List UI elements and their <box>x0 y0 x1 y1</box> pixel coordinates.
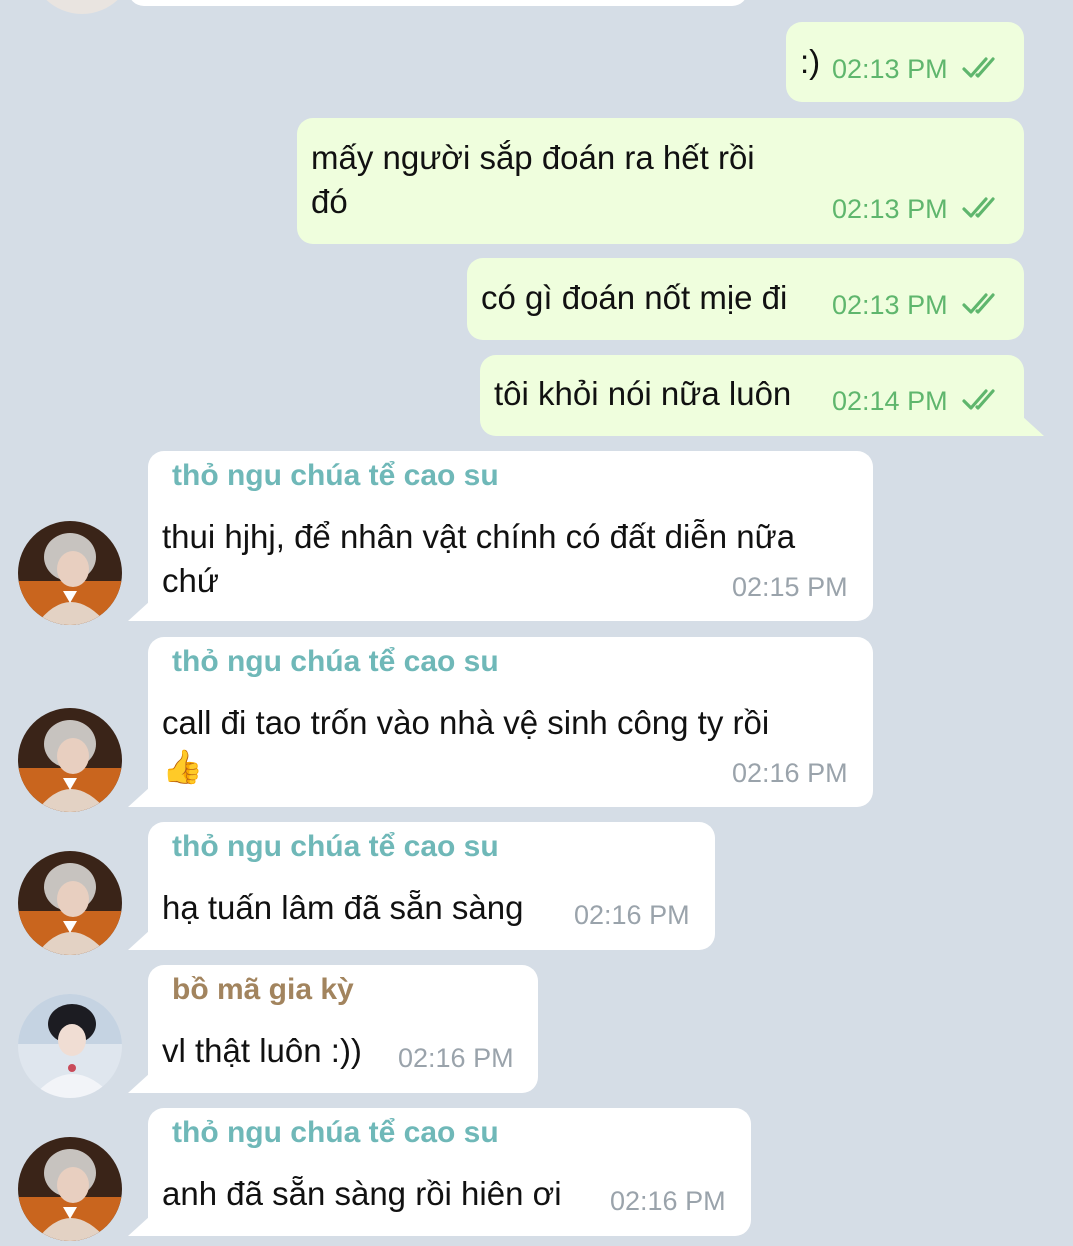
incoming-message-1[interactable]: thỏ ngu chúa tể cao su thui hjhj, để nhâ… <box>148 451 873 621</box>
user-avatar-tho[interactable] <box>18 1137 122 1241</box>
outgoing-message-1[interactable]: :) 02:13 PM <box>786 22 1024 102</box>
incoming-message-4[interactable]: bồ mã gia kỳ vl thật luôn :)) 02:16 PM <box>148 965 538 1093</box>
user-avatar-bo[interactable] <box>18 994 122 1098</box>
message-time: 02:16 PM <box>398 1043 514 1073</box>
sender-name[interactable]: thỏ ngu chúa tể cao su <box>172 645 499 679</box>
message-time: 02:13 PM <box>832 54 948 84</box>
sender-name[interactable]: bồ mã gia kỳ <box>172 973 354 1007</box>
message-text: tôi khỏi nói nữa luôn <box>494 375 792 412</box>
incoming-message-5[interactable]: thỏ ngu chúa tể cao su anh đã sẵn sàng r… <box>148 1108 751 1236</box>
bubble-tail <box>128 601 150 621</box>
message-text-line-1: call đi tao trốn vào nhà vệ sinh công ty… <box>162 704 770 741</box>
read-double-check-icon <box>962 389 995 410</box>
outgoing-message-4[interactable]: tôi khỏi nói nữa luôn 02:14 PM <box>480 355 1024 436</box>
bubble-tail <box>128 930 150 950</box>
thumbs-up-emoji: 👍 <box>162 748 204 785</box>
message-time: 02:14 PM <box>832 386 948 416</box>
message-time: 02:16 PM <box>732 758 848 788</box>
user-avatar-tho[interactable] <box>18 851 122 955</box>
incoming-bubble-cropped <box>128 0 748 6</box>
message-time: 02:15 PM <box>732 572 848 602</box>
outgoing-message-3[interactable]: có gì đoán nốt mịe đi 02:13 PM <box>467 258 1024 340</box>
sender-name[interactable]: thỏ ngu chúa tể cao su <box>172 459 499 493</box>
outgoing-message-2[interactable]: mấy người sắp đoán ra hết rồi đó 02:13 P… <box>297 118 1024 244</box>
bubble-tail <box>128 787 150 807</box>
message-text: có gì đoán nốt mịe đi <box>481 279 788 316</box>
message-text: anh đã sẵn sàng rồi hiên ơi <box>162 1175 562 1212</box>
avatar-cropped-top[interactable] <box>30 0 134 14</box>
message-text-line-1: mấy người sắp đoán ra hết rồi <box>311 139 755 176</box>
message-time: 02:13 PM <box>832 194 948 224</box>
sender-name[interactable]: thỏ ngu chúa tể cao su <box>172 830 499 864</box>
sender-name[interactable]: thỏ ngu chúa tể cao su <box>172 1116 499 1150</box>
message-time: 02:16 PM <box>610 1186 726 1216</box>
incoming-message-2[interactable]: thỏ ngu chúa tể cao su call đi tao trốn … <box>148 637 873 807</box>
user-avatar-tho[interactable] <box>18 708 122 812</box>
read-double-check-icon <box>962 293 995 314</box>
user-avatar-tho[interactable] <box>18 521 122 625</box>
read-double-check-icon <box>962 57 995 78</box>
bubble-tail <box>1022 416 1044 436</box>
message-text-line-2: chứ <box>162 562 219 599</box>
message-text-line-1: thui hjhj, để nhân vật chính có đất diễn… <box>162 518 796 555</box>
bubble-tail <box>128 1216 150 1236</box>
message-time: 02:16 PM <box>574 900 690 930</box>
bubble-tail <box>128 1073 150 1093</box>
message-time: 02:13 PM <box>832 290 948 320</box>
message-text: :) <box>800 43 821 80</box>
read-double-check-icon <box>962 197 995 218</box>
message-text: hạ tuấn lâm đã sẵn sàng <box>162 889 524 926</box>
message-text: vl thật luôn :)) <box>162 1032 362 1069</box>
incoming-message-3[interactable]: thỏ ngu chúa tể cao su hạ tuấn lâm đã sẵ… <box>148 822 715 950</box>
message-text-line-2: đó <box>311 183 348 220</box>
